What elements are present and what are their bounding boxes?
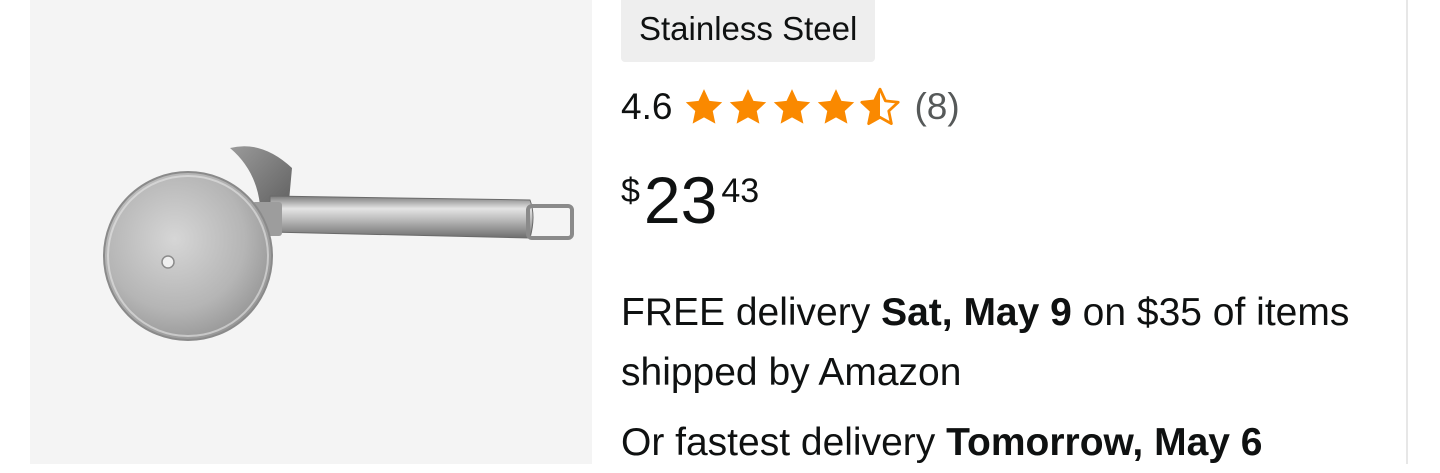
pizza-cutter-image [103, 146, 574, 341]
fastest-delivery-date: Tomorrow, May 6 [946, 421, 1263, 464]
price-fraction: 43 [721, 172, 760, 210]
rating-row[interactable]: 4.6 (8) [621, 82, 960, 132]
fastest-delivery-message: Or fastest delivery Tomorrow, May 6 [621, 413, 1421, 473]
rating-count[interactable]: (8) [914, 86, 959, 128]
price-whole: 23 [643, 163, 718, 237]
star-rating[interactable] [682, 86, 902, 128]
star-icon [730, 89, 767, 124]
delivery-date: Sat, May 9 [881, 291, 1072, 334]
star-icon [774, 89, 811, 124]
product-image[interactable] [30, 0, 592, 464]
variant-chip[interactable]: Stainless Steel [621, 0, 876, 62]
price: $ 23 43 [621, 160, 759, 250]
star-icon [818, 89, 855, 124]
half-star-icon [860, 87, 901, 126]
rating-value: 4.6 [621, 86, 673, 127]
star-icon [686, 89, 723, 124]
fastest-delivery-prefix: Or fastest delivery [621, 421, 947, 464]
delivery-message: FREE delivery Sat, May 9 on $35 of items… [621, 283, 1381, 403]
delivery-prefix: FREE delivery [621, 291, 882, 334]
price-symbol: $ [621, 172, 640, 210]
product-card[interactable]: Stainless Steel 4.6 (8) $ 23 43 FREE del… [30, 0, 1408, 464]
